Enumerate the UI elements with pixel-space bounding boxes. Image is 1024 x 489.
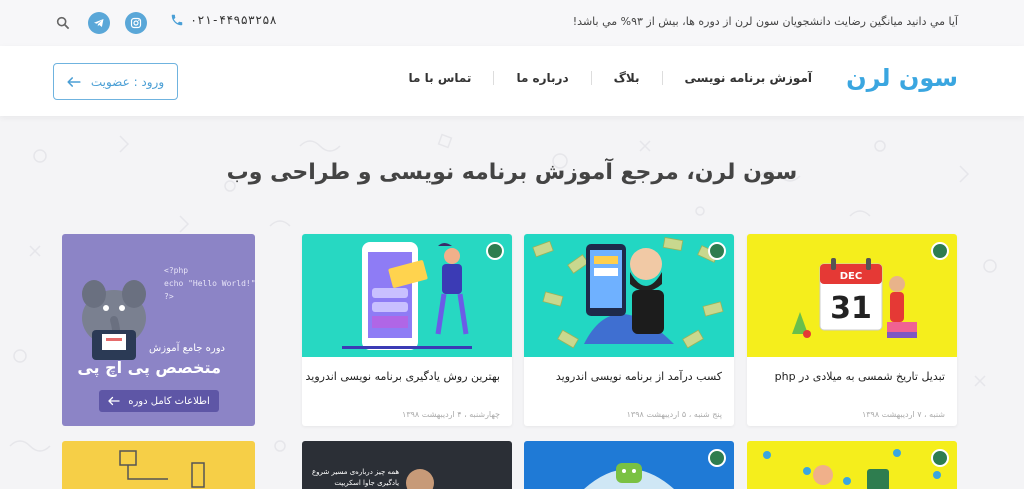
card-title[interactable]: کسب درآمد از برنامه نويسی اندرويد	[556, 370, 722, 383]
promo-title: متخصص پی اچ پی	[77, 358, 221, 377]
login-label: ورود : عضويت	[90, 74, 165, 89]
calendar-day: 31	[830, 291, 872, 326]
card-thumbnail: DEC 31	[747, 234, 957, 357]
nav-item-courses[interactable]: آموزش برنامه نويسی	[663, 71, 834, 85]
nav-separator	[590, 71, 592, 85]
nav-item-about[interactable]: درباره ما	[494, 71, 590, 85]
blog-card-partial[interactable]	[524, 441, 734, 489]
satisfaction-notice: آيا مي دانيد ميانگين رضايت دانشجويان سون…	[572, 15, 958, 28]
bookmark-badge	[931, 449, 949, 467]
database-illustration	[119, 450, 205, 488]
code-line: ?>	[164, 292, 174, 301]
hero-title: سون لرن، مرجع آموزش برنامه نويسی و طراحی…	[226, 160, 798, 185]
nav-separator	[493, 71, 495, 85]
main-nav: آموزش برنامه نويسی بلاگ درباره ما تماس ب…	[387, 71, 834, 85]
promo-subtitle: دوره جامع آموزش	[149, 343, 225, 354]
mobile-learning-illustration	[342, 242, 472, 350]
person-photo	[406, 469, 434, 489]
card-thumbnail	[524, 234, 734, 357]
blog-card[interactable]: بهترین روش یادگیری برنامه نویسی اندروید …	[302, 234, 512, 426]
blog-card-partial[interactable]	[747, 441, 957, 489]
promo-card-partial[interactable]	[62, 441, 255, 489]
blog-card-partial[interactable]: همه چیز درباره‌ی مسیر شروع یادگیری جاوا …	[302, 441, 512, 489]
bookmark-badge	[708, 242, 726, 260]
card-date: پنج شنبه ، ۵ اردیبهشت ۱۳۹۸	[626, 410, 722, 419]
blog-card[interactable]: کسب درآمد از برنامه نويسی اندرويد پنج شن…	[524, 234, 734, 426]
blog-card[interactable]: DEC 31 تبدیل تاریخ شمسی به میلادی در php…	[747, 234, 957, 426]
card-thumbnail	[302, 234, 512, 357]
login-register-button[interactable]: ورود : عضويت	[53, 63, 178, 100]
phone-number: ۰۲۱-۴۴۹۵۳۲۵۸	[190, 13, 277, 27]
course-details-button[interactable]: اطلاعات کامل دوره	[99, 390, 219, 412]
bookmark-badge	[931, 242, 949, 260]
card-title[interactable]: بهترین روش یادگیری برنامه نویسی اندروید	[305, 370, 500, 383]
nav-item-blog[interactable]: بلاگ	[592, 71, 662, 85]
social-icons-illustration	[763, 449, 941, 489]
search-icon[interactable]	[55, 15, 71, 31]
arrow-left-icon	[67, 76, 81, 87]
android-illustration	[584, 463, 674, 489]
site-logo[interactable]: سون لرن	[846, 64, 959, 92]
overlay-line: همه چیز درباره‌ی مسیر شروع	[312, 468, 400, 476]
phone-icon	[171, 14, 183, 26]
code-line: echo "Hello World!";	[164, 279, 255, 288]
php-code-snippet: <?php echo "Hello World!"; ?>	[164, 264, 255, 303]
telegram-icon[interactable]	[88, 12, 110, 34]
card-date: چهارشنبه ، ۴ اردیبهشت ۱۳۹۸	[402, 410, 500, 419]
top-info-bar: آيا مي دانيد ميانگين رضايت دانشجويان سون…	[0, 0, 1024, 46]
arrow-left-icon	[108, 396, 120, 406]
card-date: شنبه ، ۷ اردیبهشت ۱۳۹۸	[861, 410, 945, 419]
nav-separator	[661, 71, 663, 85]
php-course-promo[interactable]: <?php echo "Hello World!"; ?> دوره جامع …	[62, 234, 255, 426]
phone-contact[interactable]: ۰۲۱-۴۴۹۵۳۲۵۸	[170, 13, 277, 27]
nav-item-contact[interactable]: تماس با ما	[387, 71, 494, 85]
code-line: <?php	[164, 266, 189, 275]
card-overlay-text: همه چیز درباره‌ی مسیر شروع یادگیری جاوا …	[312, 467, 399, 489]
money-illustration	[532, 237, 724, 349]
bookmark-badge	[486, 242, 504, 260]
calendar-illustration: DEC 31	[792, 258, 917, 338]
main-header: ورود : عضويت آموزش برنامه نويسی بلاگ درب…	[0, 46, 1024, 116]
instagram-icon[interactable]	[125, 12, 147, 34]
card-title[interactable]: تبدیل تاریخ شمسی به میلادی در php	[775, 370, 945, 383]
overlay-line: یادگیری جاوا اسکریپت	[334, 479, 400, 487]
calendar-month: DEC	[840, 271, 862, 282]
course-details-label: اطلاعات کامل دوره	[128, 395, 210, 407]
bookmark-badge	[708, 449, 726, 467]
